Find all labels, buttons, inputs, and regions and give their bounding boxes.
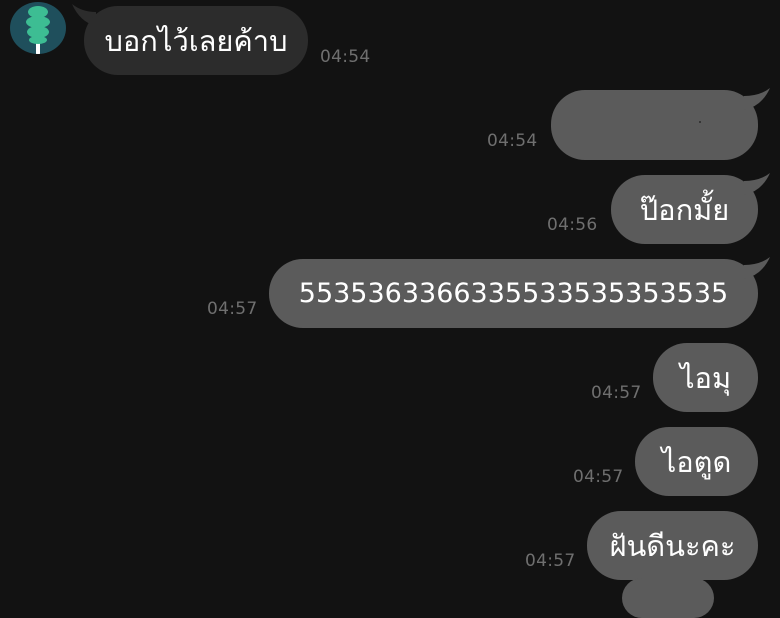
message-bubble-outgoing[interactable]: ฝันดีนะคะ (587, 511, 758, 580)
message-bubble-outgoing[interactable]: ไอตูด (635, 427, 758, 496)
message-timestamp: 04:56 (547, 215, 598, 235)
message-timestamp: 04:57 (207, 299, 258, 319)
bubble-tail-outgoing (744, 257, 770, 279)
bubble-tail-outgoing (744, 88, 770, 110)
message-timestamp: 04:57 (591, 383, 642, 403)
message-timestamp: 04:57 (525, 551, 576, 571)
bubble-tail-outgoing (744, 173, 770, 195)
message-bubble-outgoing[interactable] (551, 90, 758, 160)
contact-avatar[interactable] (10, 2, 66, 54)
message-bubble-incoming[interactable]: บอกไว้เลยค้าบ (84, 6, 308, 75)
green-tree-icon (26, 6, 50, 54)
message-text: ฝันดีนะคะ (609, 528, 736, 563)
message-bubble-outgoing-partial[interactable] (622, 578, 714, 618)
message-timestamp: 04:54 (320, 47, 371, 67)
message-text: 5535363366335533535353535 (298, 278, 729, 309)
message-text: บอกไว้เลยค้าบ (104, 23, 288, 58)
message-text: ไอตูด (661, 444, 732, 479)
message-text: ไอมุ (679, 360, 732, 395)
message-bubble-outgoing[interactable]: 5535363366335533535353535 (269, 259, 758, 328)
speck-mark (699, 121, 701, 123)
message-bubble-outgoing[interactable]: ไอมุ (653, 343, 758, 412)
message-bubble-outgoing[interactable]: ป๊อกมั้ย (611, 175, 758, 244)
message-timestamp: 04:54 (487, 131, 538, 151)
message-timestamp: 04:57 (573, 467, 624, 487)
message-text: ป๊อกมั้ย (639, 192, 730, 227)
